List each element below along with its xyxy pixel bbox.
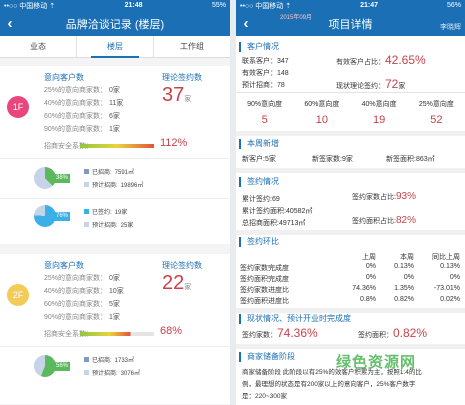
floor-records-screen: ••○○ 中国移动 ⇡ 21:48 55% ‹ 品牌洽谈记录 (楼层) 业态 楼… <box>0 0 230 405</box>
brand-logo-text: 李晓辉 <box>440 24 461 31</box>
section-heading: 客户情况 <box>239 42 465 52</box>
valid-ratio: 有效客户占比：42.65% <box>336 53 426 67</box>
legend-item: 预计招商: 19896㎡ <box>84 180 143 189</box>
area-ratio: 签约面积占比:82% <box>352 215 416 226</box>
tab-floor[interactable]: 楼层 <box>76 36 153 58</box>
intent-row: 25%的意向商家数： 0家 <box>44 87 120 94</box>
week-new-area: 新签面积:863㎡ <box>386 156 435 163</box>
legend-item: 已招商: 1733㎡ <box>84 355 134 364</box>
safety-bar <box>80 144 154 148</box>
intent-grid-labels: 90%意向度 60%意向度 40%意向度 25%意向度 <box>247 101 454 108</box>
theory-sign-label: 理论签约数 <box>162 261 202 270</box>
section-heading: 现状情况、预计开业时完成度 <box>239 314 465 324</box>
section-heading: 签约环比 <box>239 237 465 247</box>
watermark-text: 绿色资源网 <box>336 354 417 371</box>
forecast-area: 签约面积：0.82% <box>358 326 428 340</box>
floor-badge-1f: 1F <box>7 96 29 118</box>
pie-percent: 38% <box>54 174 71 183</box>
page-title: 项目详情 <box>328 18 373 31</box>
tab-workgroup[interactable]: 工作组 <box>153 36 230 57</box>
week-new-customers: 新客户:5家 <box>242 156 276 163</box>
carrier-label: ••○○ 中国移动 ⇡ <box>4 2 56 10</box>
clock-label: 21:47 <box>360 2 378 9</box>
week-new-signed: 新签家数:9家 <box>312 156 353 163</box>
signed-area: 累计签约面积:40582㎡ <box>242 208 313 215</box>
intent-row: 25%的意向商家数： 0家 <box>44 275 120 282</box>
status-bar: ••○○ 中国移动 ⇡ 21:48 55% <box>0 0 230 11</box>
status-bar: ••○○ 中国移动 ⇡ 21:47 56% <box>236 0 465 11</box>
table-row: 签约面积完成度 0% 0% 0% <box>240 274 460 283</box>
forecast-section: 现状情况、预计开业时完成度 <box>236 314 465 324</box>
theory-sign: 现状理论签约：72家 <box>336 77 406 91</box>
signed-count: 累计签约:69 <box>242 196 280 203</box>
intent-row: 40%的意向商家数： 11家 <box>44 100 124 107</box>
intent-title: 意向客户数 <box>44 73 84 82</box>
nav-bar: ‹ 品牌洽谈记录 (楼层) <box>0 11 230 36</box>
reserve-text-line: 是：220~300家 <box>242 393 287 400</box>
week-section: 本周新增 <box>236 139 465 149</box>
total-area: 总招商面积:49713㎡ <box>242 220 306 227</box>
pie-percent: 56% <box>54 362 71 371</box>
intent-row: 90%的意向商家数： 1家 <box>44 314 120 321</box>
legend-item: 已签约: 19家 <box>84 207 127 216</box>
pie-chart <box>34 355 56 377</box>
customer-section: 客户情况 <box>236 42 465 52</box>
tab-industry[interactable]: 业态 <box>0 36 76 57</box>
expected-count: 预计招商：78 <box>242 82 285 89</box>
table-row: 签约家数完成度 0% 0.13% 0.13% <box>240 263 460 272</box>
intent-row: 60%的意向商家数： 6家 <box>44 113 120 120</box>
intent-title: 意向客户数 <box>44 261 84 270</box>
section-heading: 本周新增 <box>239 139 465 149</box>
theory-sign-label: 理论签约数 <box>162 73 202 82</box>
intent-row: 60%的意向商家数： 5家 <box>44 301 120 308</box>
legend-item: 预计招商: 3076㎡ <box>84 368 140 377</box>
legend-item: 已招商: 7591㎡ <box>84 167 134 176</box>
count-ratio: 签约家数占比:93% <box>352 191 416 202</box>
page-title: 品牌洽谈记录 (楼层) <box>65 18 165 31</box>
safety-bar <box>80 332 154 336</box>
tab-bar: 业态 楼层 工作组 <box>0 36 230 58</box>
compare-table-header: 上周 本周 同比上周 <box>362 254 460 261</box>
section-heading: 签约情况 <box>239 177 465 187</box>
carrier-label: ••○○ 中国移动 ⇡ <box>240 2 292 10</box>
reserve-text-line: 例，最理想的状态是有200家以上的意向客户，25%客户数字 <box>242 381 416 388</box>
safety-value: 112% <box>160 137 188 149</box>
theory-sign-value: 37家 <box>162 84 192 106</box>
pie-percent: 76% <box>54 212 71 221</box>
floor-badge-2f: 2F <box>7 284 29 306</box>
floor-card-2f[interactable]: 2F 意向客户数 25%的意向商家数： 0家 40%的意向商家数： 10家 60… <box>0 254 230 404</box>
forecast-count: 签约家数：74.36% <box>242 326 318 340</box>
project-detail-screen: ••○○ 中国移动 ⇡ 21:47 56% ‹ 2015年09月 项目详情 李晓… <box>236 0 465 405</box>
clock-label: 21:48 <box>124 2 143 9</box>
pie-chart <box>34 167 56 189</box>
battery-label: 55% <box>211 2 226 9</box>
legend-item: 预计招商: 25家 <box>84 220 133 229</box>
theory-sign-value: 22家 <box>162 272 192 294</box>
contacts-count: 联系客户：347 <box>242 58 289 65</box>
battery-label: 56% <box>446 2 461 9</box>
safety-value: 68% <box>160 325 183 337</box>
compare-section: 签约环比 <box>236 237 465 247</box>
nav-bar: ‹ 2015年09月 项目详情 李晓辉 <box>236 11 465 36</box>
intent-row: 40%的意向商家数： 10家 <box>44 288 124 295</box>
table-row: 签约面积进度比 0.8% 0.82% 0.02% <box>240 296 460 305</box>
sign-section: 签约情况 <box>236 177 465 187</box>
table-row: 签约家数进度比 74.36% 1.35% -73.01% <box>240 285 460 294</box>
intent-grid-values: 5 10 19 52 <box>261 114 443 126</box>
pie-chart <box>34 205 56 227</box>
valid-count: 有效客户：148 <box>242 70 289 77</box>
floor-card-1f[interactable]: 1F 意向客户数 25%的意向商家数： 0家 40%的意向商家数： 11家 60… <box>0 66 230 244</box>
intent-row: 90%的意向商家数： 1家 <box>44 126 120 133</box>
